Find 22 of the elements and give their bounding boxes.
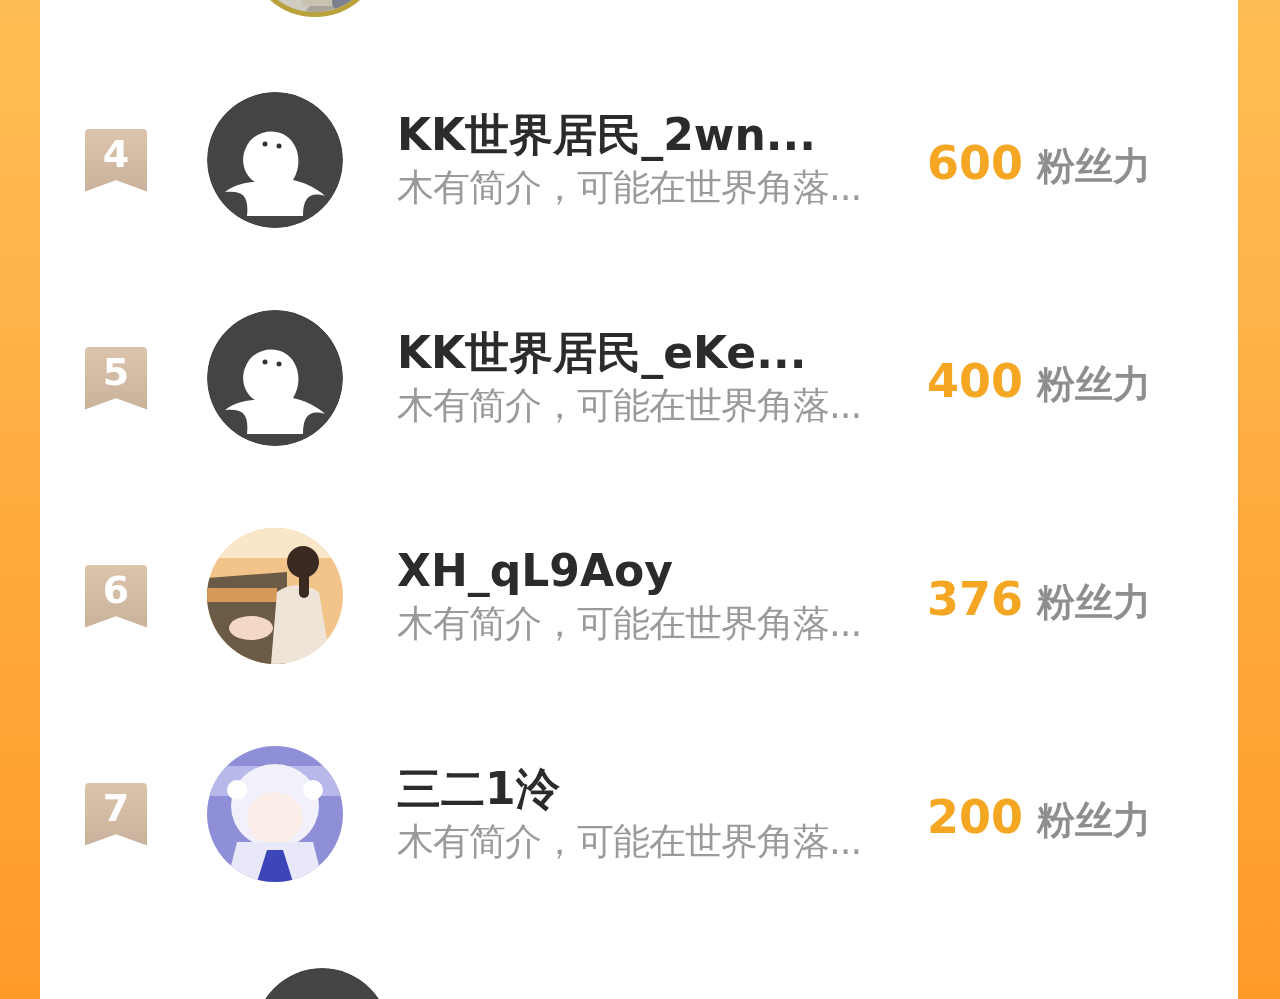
user-bio: 木有简介，可能在世界角落...: [397, 601, 863, 647]
rank-badge: 7: [85, 782, 147, 846]
user-name: XH_qL9Aoy: [397, 544, 674, 599]
fan-unit-label: 粉丝力: [1037, 796, 1152, 844]
fan-count: 200: [927, 788, 1024, 846]
user-bio: 木有简介，可能在世界角落...: [397, 383, 863, 429]
user-name: KK世界居民_eKe...: [397, 326, 808, 381]
fan-unit-label: 粉丝力: [1037, 578, 1152, 626]
rank-badge: 6: [85, 564, 147, 628]
fan-unit-label: 粉丝力: [1037, 360, 1152, 408]
fan-count: 600: [927, 134, 1024, 192]
fan-count: 376: [927, 570, 1024, 628]
rank-badge: 5: [85, 346, 147, 410]
default-avatar-icon: [207, 310, 343, 446]
user-name: KK世界居民_2wn...: [397, 108, 817, 163]
user-name: 三二1泠: [397, 762, 561, 816]
user-bio: 木有简介，可能在世界角落...: [397, 819, 863, 865]
default-avatar-icon: [207, 92, 343, 228]
rank-badge: 4: [85, 128, 147, 192]
fan-count: 400: [927, 352, 1024, 410]
fan-unit-label: 粉丝力: [1037, 142, 1152, 190]
user-bio: 木有简介，可能在世界角落...: [397, 165, 863, 211]
